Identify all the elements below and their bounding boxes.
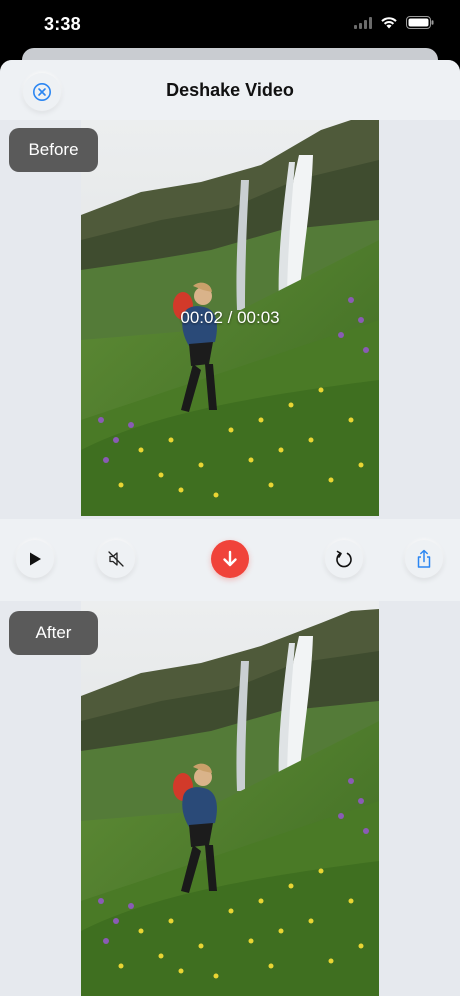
rotate-button[interactable] xyxy=(325,540,363,578)
playback-time: 00:02 / 00:03 xyxy=(180,308,280,327)
wifi-icon xyxy=(380,16,398,29)
before-label: Before xyxy=(9,128,98,172)
battery-icon xyxy=(406,16,434,29)
page-title: Deshake Video xyxy=(166,80,294,100)
before-video-section: Before 00:02 / 00:03 xyxy=(0,120,460,516)
after-label: After xyxy=(9,611,98,655)
status-bar: 3:38 xyxy=(0,0,460,50)
download-arrow-icon xyxy=(223,550,237,567)
share-icon xyxy=(417,549,431,568)
status-indicators xyxy=(354,16,434,29)
mute-button[interactable] xyxy=(97,540,135,578)
after-video-frame[interactable] xyxy=(81,601,379,996)
cellular-signal-icon xyxy=(354,16,372,29)
rotate-icon xyxy=(336,550,352,568)
play-button[interactable] xyxy=(16,540,54,578)
status-time: 3:38 xyxy=(44,14,81,34)
download-button[interactable] xyxy=(211,540,249,578)
after-video-section: After xyxy=(0,601,460,996)
share-button[interactable] xyxy=(405,540,443,578)
waterfall-hiker-image xyxy=(81,601,379,996)
nav-bar: Deshake Video xyxy=(0,60,460,120)
mute-icon xyxy=(108,551,124,567)
deshake-sheet: Deshake Video Before 00:02 / 00:03 After xyxy=(0,60,460,996)
play-icon xyxy=(30,552,41,566)
playback-controls xyxy=(0,519,460,601)
